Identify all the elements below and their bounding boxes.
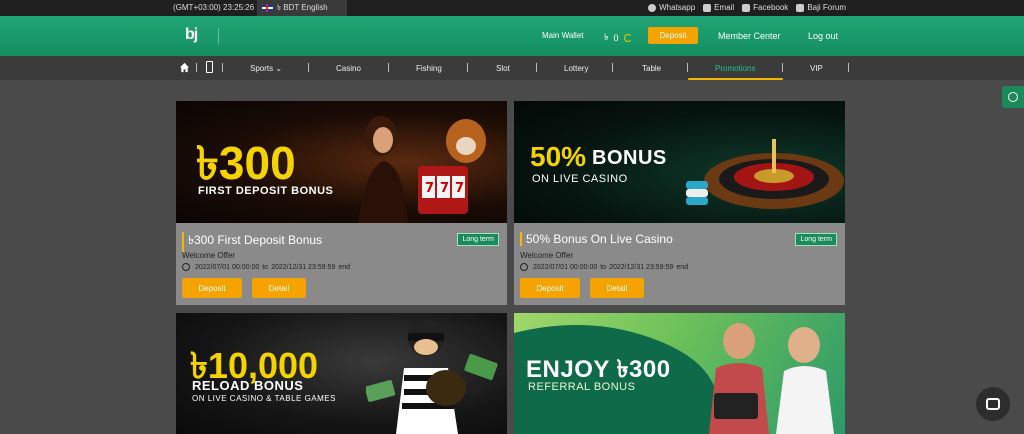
banner-bonus: BONUS	[592, 147, 667, 169]
nav-separator	[388, 63, 389, 72]
banner-subtitle: FIRST DEPOSIT BONUS	[198, 185, 334, 197]
promo-card: ৳10,000 RELOAD BONUS ON LIVE CASINO & TA…	[176, 313, 507, 434]
nav-separator	[612, 63, 613, 72]
promo-banner-reload[interactable]: ৳10,000 RELOAD BONUS ON LIVE CASINO & TA…	[176, 313, 507, 434]
promo-banner-referral[interactable]: ENJOY ৳300 REFERRAL BONUS	[514, 313, 845, 434]
phone-support-icon	[1008, 92, 1018, 102]
nav-separator	[687, 63, 688, 72]
logout-link[interactable]: Log out	[808, 31, 838, 41]
nav-sports[interactable]: Sports ⌄	[250, 64, 282, 73]
baji-logo[interactable]: bj	[185, 26, 205, 46]
robber-illustration	[366, 320, 498, 434]
promo-detail-button[interactable]: Detail	[252, 278, 306, 298]
nav-promotions[interactable]: Promotions	[715, 64, 755, 73]
nav-slot[interactable]: Slot	[496, 64, 510, 73]
refresh-icon[interactable]	[623, 33, 632, 42]
forum-icon	[796, 3, 805, 12]
promo-deposit-button[interactable]: Deposit	[182, 278, 242, 298]
roulette-wheel-illustration	[686, 139, 844, 209]
currency-symbol: ৳	[604, 32, 609, 42]
clock-icon	[182, 263, 190, 271]
wallet-balance: ৳ 0	[604, 30, 632, 45]
promo-deposit-button[interactable]: Deposit	[520, 278, 580, 298]
header-deposit-button[interactable]: Deposit	[648, 27, 698, 44]
promo-card: ENJOY ৳300 REFERRAL BONUS	[514, 313, 845, 434]
long-term-badge: Long term	[457, 233, 499, 246]
promo-detail-button[interactable]: Detail	[590, 278, 644, 298]
header-divider	[218, 28, 219, 44]
member-center-link[interactable]: Member Center	[718, 31, 781, 41]
promo-card: ৳300 FIRST DEPOSIT BONUS 7 7 7 ৳300 Firs…	[176, 101, 507, 305]
svg-text:7: 7	[455, 181, 464, 196]
promo-dates: 2022/07/01 00:00:00 to 2022/12/31 23:59:…	[182, 263, 350, 271]
promo-title: ৳300 First Deposit Bonus	[182, 232, 322, 252]
svg-text:7: 7	[425, 181, 434, 196]
promo-card: 50% BONUS ON LIVE CASINO 50% Bonus On Li…	[514, 101, 845, 305]
active-nav-indicator	[688, 78, 783, 80]
players-illustration	[709, 323, 834, 434]
language-label: ৳ BDT English	[277, 2, 328, 12]
facebook-link[interactable]: Facebook	[742, 3, 788, 12]
language-selector[interactable]: ৳ BDT English	[257, 0, 347, 16]
balance-value: 0	[613, 32, 619, 43]
banner-percent: 50%	[530, 141, 587, 172]
promo-category: Welcome Offer	[520, 251, 574, 260]
nav-separator	[536, 63, 537, 72]
nav-lottery[interactable]: Lottery	[564, 64, 588, 73]
long-term-badge: Long term	[795, 233, 837, 246]
nav-casino[interactable]: Casino	[336, 64, 361, 73]
timezone-clock: (GMT+03:00) 23:25:26	[173, 3, 255, 12]
email-link[interactable]: Email	[703, 3, 734, 12]
top-utility-bar: (GMT+03:00) 23:25:26 ৳ BDT English Whats…	[0, 0, 1024, 16]
nav-separator	[222, 63, 223, 72]
banner-subtitle: RELOAD BONUS	[192, 378, 304, 393]
promo-title: 50% Bonus On Live Casino	[520, 232, 673, 246]
home-icon[interactable]	[179, 62, 190, 73]
mobile-app-icon[interactable]	[206, 61, 213, 73]
promo-banner-live-casino[interactable]: 50% BONUS ON LIVE CASINO	[514, 101, 845, 223]
email-icon	[703, 3, 712, 12]
promo-dates: 2022/07/01 00:00:00 to 2022/12/31 23:59:…	[520, 263, 688, 271]
whatsapp-link[interactable]: Whatsapp	[648, 3, 695, 12]
nav-separator	[848, 63, 849, 72]
main-nav: Sports ⌄ Casino Fishing Slot Lottery Tab…	[0, 56, 1024, 80]
casino-model-illustration: 7 7 7	[358, 116, 486, 223]
support-side-tab[interactable]	[1002, 86, 1024, 108]
whatsapp-icon	[648, 3, 657, 12]
site-header: bj Main Wallet ৳ 0 Deposit Member Center…	[0, 16, 1024, 56]
chat-icon	[986, 398, 1000, 410]
promo-category: Welcome Offer	[182, 251, 236, 260]
facebook-icon	[742, 3, 751, 12]
promo-banner-first-deposit[interactable]: ৳300 FIRST DEPOSIT BONUS 7 7 7	[176, 101, 507, 223]
nav-separator	[782, 63, 783, 72]
banner-subtitle: REFERRAL BONUS	[528, 381, 636, 393]
banner-subtitle-2: ON LIVE CASINO & TABLE GAMES	[192, 394, 336, 403]
svg-text:7: 7	[440, 181, 449, 196]
main-wallet-label: Main Wallet	[542, 31, 584, 40]
nav-separator	[467, 63, 468, 72]
nav-separator	[196, 63, 197, 72]
nav-table[interactable]: Table	[642, 64, 661, 73]
forum-link[interactable]: Baji Forum	[796, 3, 846, 12]
chevron-down-icon: ⌄	[275, 64, 283, 73]
nav-fishing[interactable]: Fishing	[416, 64, 442, 73]
nav-separator	[308, 63, 309, 72]
nav-vip[interactable]: VIP	[810, 64, 823, 73]
uk-flag-icon	[262, 4, 273, 12]
banner-subtitle: ON LIVE CASINO	[532, 173, 628, 185]
live-chat-button[interactable]	[976, 387, 1010, 421]
clock-icon	[520, 263, 528, 271]
